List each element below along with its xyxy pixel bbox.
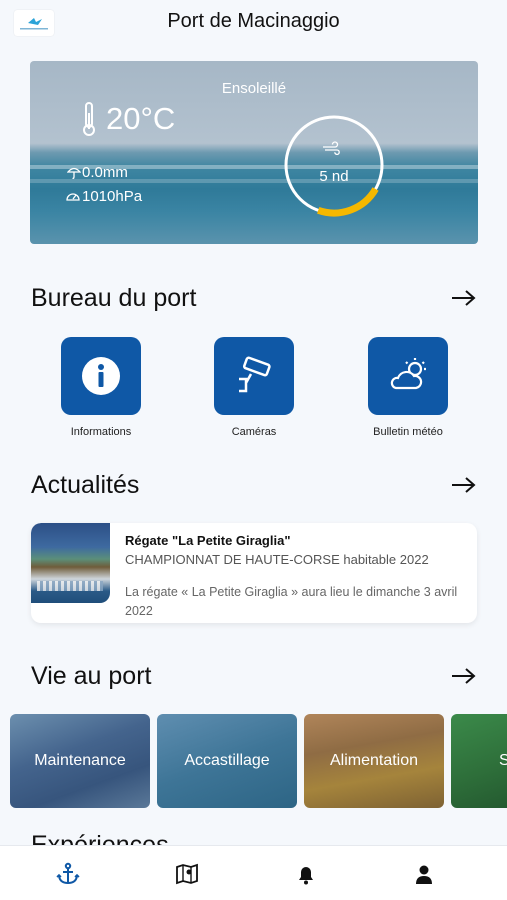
section-title-bureau: Bureau du port bbox=[31, 284, 197, 312]
weather-condition: Ensoleillé bbox=[221, 80, 287, 97]
weather-bulletin-button[interactable] bbox=[368, 337, 448, 415]
bell-icon[interactable] bbox=[294, 862, 318, 886]
arrow-right-icon[interactable] bbox=[450, 666, 478, 686]
section-title-port-life: Vie au port bbox=[31, 662, 152, 690]
app-header: Port de Macinaggio bbox=[0, 0, 507, 44]
port-card-label: Alimentation bbox=[329, 752, 419, 769]
port-card-label: S bbox=[499, 752, 507, 769]
wind-icon bbox=[323, 141, 340, 155]
weather-card[interactable]: Ensoleillé 20°C 0.0mm 1010hPa 5 nd bbox=[30, 61, 478, 244]
news-subtitle: CHAMPIONNAT DE HAUTE-CORSE habitable 202… bbox=[125, 552, 429, 567]
wind-speed: 5 nd bbox=[319, 168, 349, 185]
wind-gauge bbox=[284, 115, 384, 217]
user-icon[interactable] bbox=[412, 862, 436, 886]
section-title-news: Actualités bbox=[31, 471, 140, 499]
news-card[interactable]: Régate "La Petite Giraglia" CHAMPIONNAT … bbox=[31, 523, 477, 623]
tile-label-informations: Informations bbox=[70, 426, 132, 438]
port-card-maintenance[interactable]: Maintenance bbox=[10, 714, 150, 808]
app-title: Port de Macinaggio bbox=[167, 10, 340, 32]
info-icon bbox=[82, 357, 120, 395]
arrow-right-icon[interactable] bbox=[450, 475, 478, 495]
port-card-accastillage[interactable]: Accastillage bbox=[157, 714, 297, 808]
rain-amount: 0.0mm bbox=[82, 164, 128, 181]
tile-label-cameras: Caméras bbox=[231, 426, 277, 438]
news-body: La régate « La Petite Giraglia » aura li… bbox=[125, 585, 458, 618]
arrow-right-icon[interactable] bbox=[450, 288, 478, 308]
tile-label-weather: Bulletin météo bbox=[373, 426, 443, 438]
umbrella-icon bbox=[67, 167, 81, 179]
port-card-label: Accastillage bbox=[184, 752, 270, 769]
thermometer-icon bbox=[83, 102, 95, 136]
pressure: 1010hPa bbox=[82, 188, 143, 205]
camera-icon bbox=[239, 356, 271, 393]
informations-button[interactable] bbox=[61, 337, 141, 415]
pressure-gauge-icon bbox=[66, 193, 80, 201]
port-card-label: Maintenance bbox=[34, 752, 126, 769]
temperature: 20°C bbox=[106, 101, 176, 136]
port-card-alimentation[interactable]: Alimentation bbox=[304, 714, 444, 808]
port-card-next[interactable]: S bbox=[451, 714, 507, 808]
weather-cloud-icon bbox=[390, 358, 426, 390]
bottom-navigation bbox=[0, 845, 507, 900]
map-icon[interactable] bbox=[175, 862, 199, 886]
section-title-experiences: Expériences bbox=[31, 831, 169, 845]
anchor-icon[interactable] bbox=[56, 862, 80, 886]
news-image bbox=[31, 523, 110, 603]
news-title: Régate "La Petite Giraglia" bbox=[125, 533, 291, 548]
cameras-button[interactable] bbox=[214, 337, 294, 415]
